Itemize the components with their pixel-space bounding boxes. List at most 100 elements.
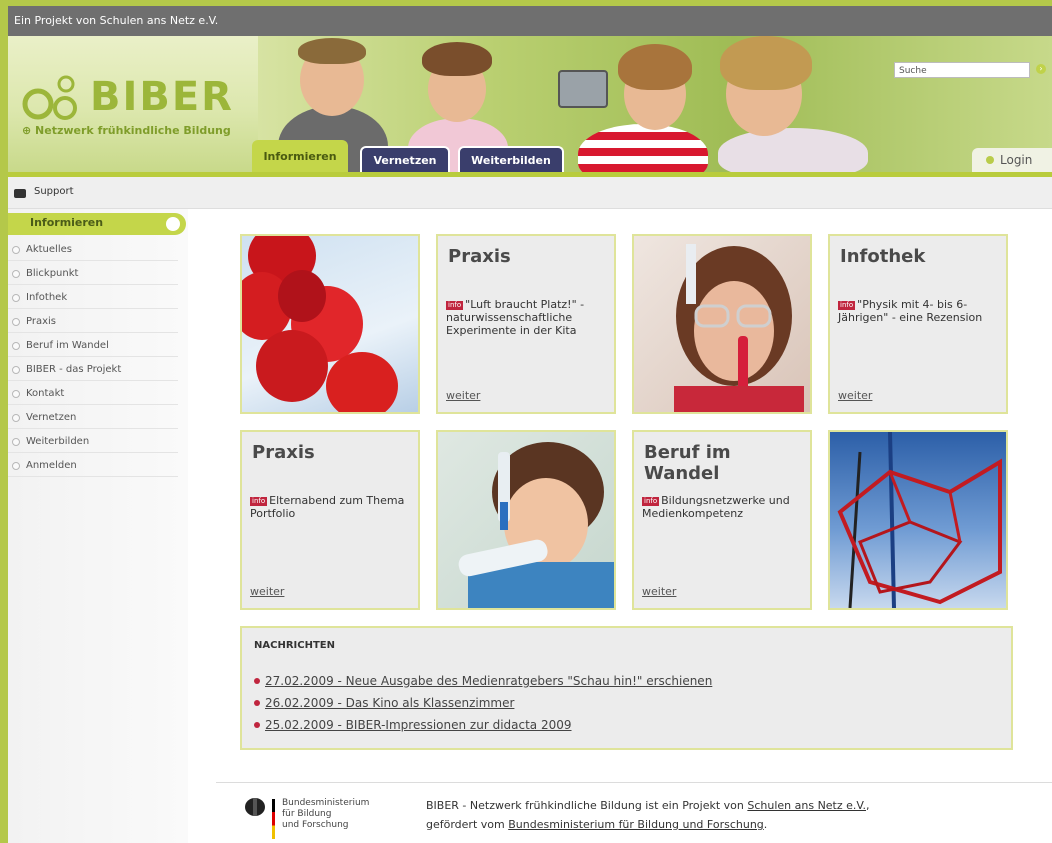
bullet-icon [12,438,20,446]
header-figure [718,128,868,172]
balloons-image-tile[interactable] [240,234,420,414]
bullet-icon [12,390,20,398]
footer-text-part: , [866,799,870,812]
header-figure [618,44,692,90]
bullet-icon [12,414,20,422]
weiter-link[interactable]: weiter [642,585,676,598]
support-link[interactable]: Support [34,186,74,197]
sidebar-item-label: Kontakt [26,388,65,399]
camera-icon [14,189,26,198]
sidebar-item-label: Praxis [26,316,56,327]
sidebar-active-label: Informieren [30,216,104,229]
bullet-icon [12,462,20,470]
german-flag-bar [272,799,275,839]
news-bullet-icon [254,722,260,728]
top-bar: Ein Projekt von Schulen ans Netz e.V. [8,6,1052,36]
footer-text-part: gefördert vom [426,818,509,831]
topbar-text: Ein Projekt von Schulen ans Netz e.V. [14,14,219,27]
sidebar-item-label: BIBER - das Projekt [26,364,122,375]
logo-subtitle: ⊕ Netzwerk frühkindliche Bildung [22,124,231,137]
tile-teaser: info Bildungsnetzwerke und Medienkompeten… [642,494,790,520]
tile-title: Infothek [840,246,926,267]
sidebar-item-weiterbilden[interactable]: Weiterbilden [8,431,178,453]
beruf-im-wandel-tile[interactable]: Beruf im Wandel info Bildungsnetzwerke un… [632,430,812,610]
praxis-tile[interactable]: Praxis info "Luft braucht Platz!" - natur… [436,234,616,414]
footer-divider [216,782,1052,783]
biber-logo[interactable]: BIBER ⊕ Netzwerk frühkindliche Bildung [20,64,250,144]
login-dot-icon [986,156,994,164]
bmbf-link[interactable]: Bundesministerium für Bildung und Forsch… [508,818,764,831]
climbing-frame-image [837,432,1002,608]
weiter-link[interactable]: weiter [250,585,284,598]
girl-experiment-image-tile[interactable] [632,234,812,414]
sidebar: Informieren Aktuelles Blickpunkt Infothe… [8,209,188,843]
news-bullet-icon [254,678,260,684]
login-button[interactable]: Login [972,148,1052,172]
header-figure [720,36,812,90]
sidebar-item-praxis[interactable]: Praxis [8,311,178,333]
sidebar-item-vernetzen[interactable]: Vernetzen [8,407,178,429]
sidebar-item-anmelden[interactable]: Anmelden [8,455,178,477]
header: BIBER ⊕ Netzwerk frühkindliche Bildung S… [8,36,1052,172]
bmbf-line: Bundesministerium [282,798,370,808]
footer-text-part: . [763,818,768,831]
infothek-tile[interactable]: Infothek info "Physik mit 4- bis 6-Jährig… [828,234,1008,414]
tile-title: Praxis [252,442,315,463]
page-frame: Ein Projekt von Schulen ans Netz e.V. BI… [8,6,1052,843]
bmbf-line: und Forschung [282,820,349,830]
tile-title: Beruf im Wandel [644,442,731,484]
logo-text: BIBER [90,74,234,120]
sidebar-item-label: Blickpunkt [26,268,79,279]
logo-circles-icon [22,75,77,120]
info-tag-icon: info [250,497,268,506]
sidebar-item-label: Vernetzen [26,412,77,423]
bullet-icon [12,246,20,254]
sidebar-item-beruf-im-wandel[interactable]: Beruf im Wandel [8,335,178,357]
bullet-icon [12,366,20,374]
info-tag-icon: info [446,301,464,310]
info-tag-icon: info [642,497,660,506]
news-item[interactable]: 27.02.2009 - Neue Ausgabe des Medienratg… [254,674,712,688]
news-bullet-icon [254,700,260,706]
footer-text: BIBER - Netzwerk frühkindliche Bildung i… [426,796,1026,834]
news-title: NACHRICHTEN [254,640,335,651]
sidebar-item-aktuelles[interactable]: Aktuelles [8,239,178,261]
sidebar-item-blickpunkt[interactable]: Blickpunkt [8,263,178,285]
praxis-tile[interactable]: Praxis info Elternabend zum Thema Portfol… [240,430,420,610]
tile-teaser: info Elternabend zum Thema Portfolio [250,494,405,520]
tile-teaser: info "Physik mit 4- bis 6-Jährigen" - ein… [838,298,983,324]
news-item[interactable]: 26.02.2009 - Das Kino als Klassenzimmer [254,696,514,710]
boy-pipette-image [458,442,614,608]
sidebar-item-biber-projekt[interactable]: BIBER - das Projekt [8,359,178,381]
support-bar: Support [8,177,1052,209]
sidebar-item-label: Anmelden [26,460,77,471]
sidebar-item-infothek[interactable]: Infothek [8,287,178,309]
header-figure [422,42,492,76]
girl-experiment-image [674,244,804,412]
sidebar-item-kontakt[interactable]: Kontakt [8,383,178,405]
search-input[interactable]: Suche [894,62,1030,78]
footer-text-part: BIBER - Netzwerk frühkindliche Bildung i… [426,799,748,812]
weiter-link[interactable]: weiter [838,389,872,402]
info-tag-icon: info [838,301,856,310]
news-item[interactable]: 25.02.2009 - BIBER-Impressionen zur dida… [254,718,572,732]
tile-title: Praxis [448,246,511,267]
eagle-icon [245,798,265,816]
tab-weiterbilden[interactable]: Weiterbilden [458,146,564,172]
sidebar-item-informieren[interactable]: Informieren [8,213,186,235]
camera-figure [558,70,608,108]
tab-vernetzen[interactable]: Vernetzen [360,146,450,172]
bmbf-logo-text[interactable]: Bundesministerium für Bildung und Forsch… [282,798,402,831]
climbing-frame-image-tile[interactable] [828,430,1008,610]
sidebar-item-label: Aktuelles [26,244,72,255]
bullet-icon [12,294,20,302]
search-go-icon[interactable]: › [1036,64,1046,74]
boy-pipette-image-tile[interactable] [436,430,616,610]
tab-informieren[interactable]: Informieren [252,140,348,172]
sidebar-item-label: Weiterbilden [26,436,90,447]
weiter-link[interactable]: weiter [446,389,480,402]
tile-teaser: info "Luft braucht Platz!" - naturwissens… [446,298,585,337]
header-figure [578,124,708,172]
bmbf-line: für Bildung [282,809,332,819]
schulen-ans-netz-link[interactable]: Schulen ans Netz e.V. [747,799,866,812]
